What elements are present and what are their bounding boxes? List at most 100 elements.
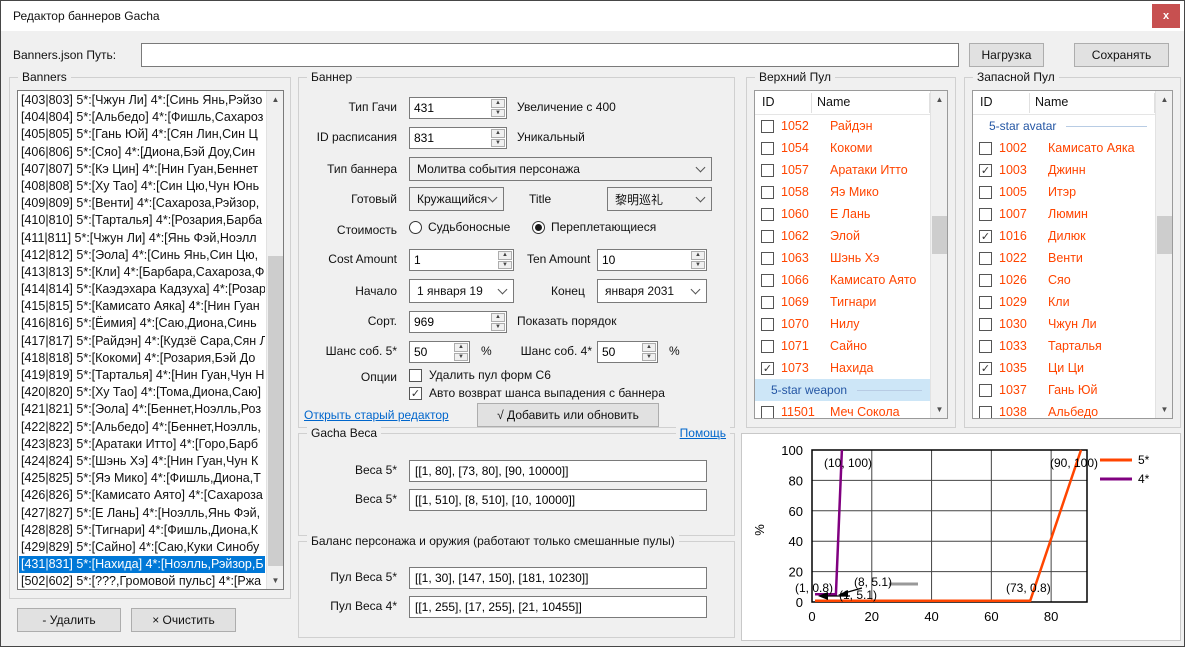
pool-item-row[interactable]: 1033Тарталья xyxy=(973,335,1155,357)
checkbox-icon[interactable] xyxy=(979,252,992,265)
spin-up-icon[interactable]: ▲ xyxy=(454,343,468,352)
checkbox-checked-icon[interactable] xyxy=(979,164,992,177)
pool-item-row[interactable]: 1026Сяо xyxy=(973,269,1155,291)
banner-list-item[interactable]: [417|817] 5*:[Райдэн] 4*:[Кудзё Сара,Сян… xyxy=(19,333,265,350)
load-button[interactable]: Нагрузка xyxy=(969,43,1044,67)
pool-item-row[interactable]: 1058Яэ Мико xyxy=(755,181,930,203)
checkbox-icon[interactable] xyxy=(761,186,774,199)
column-id[interactable]: ID xyxy=(980,95,993,109)
checkbox-icon[interactable] xyxy=(761,274,774,287)
save-button[interactable]: Сохранять xyxy=(1074,43,1169,67)
checkbox-icon[interactable] xyxy=(979,296,992,309)
cost-amount-input[interactable] xyxy=(410,250,497,270)
checkbox-icon[interactable] xyxy=(979,340,992,353)
banner-list-item[interactable]: [429|829] 5*:[Сайно] 4*:[Саю,Куки Синобу xyxy=(19,539,265,556)
sort-input[interactable] xyxy=(410,312,490,332)
checkbox-icon[interactable] xyxy=(761,230,774,243)
scroll-up-icon[interactable]: ▲ xyxy=(267,91,284,108)
pool-item-row[interactable]: 11501Меч Сокола xyxy=(755,401,930,418)
banner-list-item[interactable]: [426|826] 5*:[Камисато Аято] 4*:[Сахароз… xyxy=(19,487,265,504)
checkbox-icon[interactable] xyxy=(979,186,992,199)
scroll-down-icon[interactable]: ▼ xyxy=(1156,401,1173,418)
spin-down-icon[interactable]: ▼ xyxy=(498,261,512,270)
checkbox-icon[interactable] xyxy=(979,142,992,155)
pool-item-row[interactable]: 1035Ци Ци xyxy=(973,357,1155,379)
checkbox-checked-icon[interactable] xyxy=(761,362,774,375)
scroll-down-icon[interactable]: ▼ xyxy=(931,401,948,418)
scroll-thumb[interactable] xyxy=(1157,216,1172,254)
checkbox-icon[interactable] xyxy=(761,252,774,265)
pool-item-row[interactable]: 1062Элой xyxy=(755,225,930,247)
banner-list-item[interactable]: [406|806] 5*:[Сяо] 4*:[Диона,Бэй Доу,Син xyxy=(19,144,265,161)
help-link[interactable]: Помощь xyxy=(676,426,730,440)
banner-list-item[interactable]: [428|828] 5*:[Тигнари] 4*:[Фишль,Диона,К xyxy=(19,522,265,539)
pool-item-row[interactable]: 1066Камисато Аято xyxy=(755,269,930,291)
spin-up-icon[interactable]: ▲ xyxy=(498,251,512,260)
pool-item-row[interactable]: 1054Кокоми xyxy=(755,137,930,159)
schedule-id-input[interactable] xyxy=(410,128,490,148)
banner-list-item[interactable]: [502|602] 5*:[???,Громовой пульс] 4*:[Рж… xyxy=(19,573,265,588)
scroll-thumb[interactable] xyxy=(932,216,947,254)
banner-list-item[interactable]: [418|818] 5*:[Кокоми] 4*:[Розария,Бэй До xyxy=(19,350,265,367)
banner-list-item[interactable]: [409|809] 5*:[Венти] 4*:[Сахароза,Рэйзор… xyxy=(19,195,265,212)
banner-list-item[interactable]: [413|813] 5*:[Кли] 4*:[Барбара,Сахароза,… xyxy=(19,264,265,281)
checkbox-icon[interactable] xyxy=(979,384,992,397)
pool-item-row[interactable]: 1002Камисато Аяка xyxy=(973,137,1155,159)
pool-item-row[interactable]: 1005Итэр xyxy=(973,181,1155,203)
spin-down-icon[interactable]: ▼ xyxy=(642,353,656,362)
pool-item-row[interactable]: 1071Сайно xyxy=(755,335,930,357)
spin-down-icon[interactable]: ▼ xyxy=(454,353,468,362)
pool-item-row[interactable]: 1069Тигнари xyxy=(755,291,930,313)
end-date-select[interactable]: января 2031 xyxy=(597,279,707,303)
gacha-type-input[interactable] xyxy=(410,98,490,118)
checkbox-icon[interactable] xyxy=(979,406,992,419)
weights5a-input[interactable] xyxy=(409,460,707,482)
spin-down-icon[interactable]: ▼ xyxy=(491,139,505,148)
checkbox-icon[interactable] xyxy=(979,318,992,331)
pool-item-row[interactable]: 1038Альбедо xyxy=(973,401,1155,418)
banner-list-item[interactable]: [405|805] 5*:[Гань Юй] 4*:[Сян Лин,Син Ц xyxy=(19,126,265,143)
spin-up-icon[interactable]: ▲ xyxy=(491,99,505,108)
banner-list-item[interactable]: [411|811] 5*:[Чжун Ли] 4*:[Янь Фэй,Ноэлл xyxy=(19,230,265,247)
spin-up-icon[interactable]: ▲ xyxy=(491,313,505,322)
spin-down-icon[interactable]: ▼ xyxy=(691,261,705,270)
pool-section-header[interactable]: 5-star weapon xyxy=(755,379,930,401)
add-or-update-button[interactable]: √ Добавить или обновить xyxy=(477,403,659,427)
banner-list-item[interactable]: [414|814] 5*:[Каэдэхара Кадзуха] 4*:[Роз… xyxy=(19,281,265,298)
spin-up-icon[interactable]: ▲ xyxy=(642,343,656,352)
banner-list-item[interactable]: [424|824] 5*:[Шэнь Хэ] 4*:[Нин Гуан,Чун … xyxy=(19,453,265,470)
pool-item-row[interactable]: 1030Чжун Ли xyxy=(973,313,1155,335)
reserve-pool-scrollbar[interactable]: ▲ ▼ xyxy=(1155,91,1172,418)
checkbox-icon[interactable] xyxy=(761,296,774,309)
weights5b-input[interactable] xyxy=(409,489,707,511)
banner-list-item[interactable]: [431|831] 5*:[Нахида] 4*:[Ноэлль,Рэйзор,… xyxy=(19,556,265,573)
spin-up-icon[interactable]: ▲ xyxy=(691,251,705,260)
checkbox-icon[interactable] xyxy=(761,142,774,155)
banner-list-item[interactable]: [415|815] 5*:[Камисато Аяка] 4*:[Нин Гуа… xyxy=(19,298,265,315)
pool5-weights-input[interactable] xyxy=(409,567,707,589)
checkbox-icon[interactable] xyxy=(979,208,992,221)
pool-item-row[interactable]: 1022Венти xyxy=(973,247,1155,269)
option-auto-return-checkbox[interactable]: Авто возврат шанса выпадения с баннера xyxy=(409,386,665,400)
scroll-up-icon[interactable]: ▲ xyxy=(931,91,948,108)
title-select[interactable]: 黎明巡礼 xyxy=(607,187,712,211)
banner-list-item[interactable]: [427|827] 5*:[Е Лань] 4*:[Ноэлль,Янь Фэй… xyxy=(19,505,265,522)
checkbox-icon[interactable] xyxy=(761,406,774,419)
pool-item-row[interactable]: 1057Аратаки Итто xyxy=(755,159,930,181)
banner-list-item[interactable]: [412|812] 5*:[Эола] 4*:[Синь Янь,Син Цю, xyxy=(19,247,265,264)
chance5-input[interactable] xyxy=(410,342,453,362)
banner-list-item[interactable]: [407|807] 5*:[Кэ Цин] 4*:[Нин Гуан,Бенне… xyxy=(19,161,265,178)
close-button[interactable]: x xyxy=(1152,4,1180,28)
cost-radio-intertwined[interactable]: Переплетающиеся xyxy=(532,220,656,234)
banner-list-item[interactable]: [410|810] 5*:[Тарталья] 4*:[Розария,Барб… xyxy=(19,212,265,229)
banner-list-item[interactable]: [422|822] 5*:[Альбедо] 4*:[Беннет,Ноэлль… xyxy=(19,419,265,436)
banners-scrollbar[interactable]: ▲ ▼ xyxy=(266,91,283,589)
checkbox-icon[interactable] xyxy=(761,120,774,133)
checkbox-icon[interactable] xyxy=(761,164,774,177)
checkbox-checked-icon[interactable] xyxy=(979,230,992,243)
chance4-input[interactable] xyxy=(598,342,641,362)
spin-up-icon[interactable]: ▲ xyxy=(491,129,505,138)
banner-list-item[interactable]: [421|821] 5*:[Эола] 4*:[Беннет,Ноэлль,Ро… xyxy=(19,401,265,418)
banner-list-item[interactable]: [416|816] 5*:[Ёимия] 4*:[Саю,Диона,Синь xyxy=(19,315,265,332)
pool-item-row[interactable]: 1063Шэнь Хэ xyxy=(755,247,930,269)
